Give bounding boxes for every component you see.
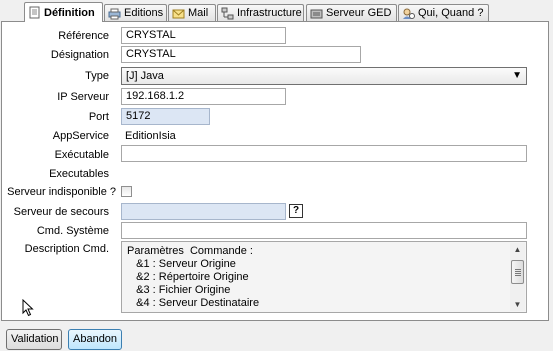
appservice-value: EditionIsia	[125, 130, 176, 142]
cmd-systeme-input[interactable]	[121, 222, 527, 239]
tab-editions[interactable]: Editions	[104, 4, 167, 21]
type-select[interactable]: [J] Java ▼	[121, 67, 527, 85]
description-scrollbar[interactable]: ▲ ▼	[510, 243, 525, 311]
tab-infrastructure[interactable]: Infrastructure	[217, 4, 304, 21]
tab-label: Serveur GED	[326, 7, 392, 19]
server-icon	[310, 7, 323, 20]
executable-label: Exécutable	[54, 149, 109, 161]
description-line: &1 : Serveur Origine	[127, 258, 236, 270]
port-label: Port	[88, 111, 109, 123]
mouse-cursor-icon	[22, 299, 34, 317]
scroll-up-icon[interactable]: ▲	[510, 243, 525, 256]
port-input[interactable]: 5172	[121, 108, 210, 125]
tab-serveur-ged[interactable]: Serveur GED	[306, 4, 397, 21]
envelope-icon	[172, 7, 185, 20]
chevron-down-icon: ▼	[512, 70, 522, 81]
tab-label: Infrastructure	[237, 7, 302, 19]
reference-input[interactable]: CRYSTAL	[121, 27, 286, 44]
tab-label: Mail	[188, 7, 209, 19]
description-line: &3 : Fichier Origine	[127, 284, 231, 296]
tab-label: Définition	[44, 6, 95, 19]
scroll-down-icon[interactable]: ▼	[510, 298, 525, 311]
cmd-systeme-label: Cmd. Système	[36, 225, 109, 237]
scroll-thumb[interactable]	[511, 260, 524, 284]
tab-label: Qui, Quand ?	[418, 7, 484, 19]
tab-label: Editions	[124, 7, 164, 19]
appservice-label: AppService	[52, 130, 109, 142]
indisponible-label: Serveur indisponible ?	[7, 186, 116, 198]
description-label: Description Cmd.	[24, 243, 109, 255]
tab-mail[interactable]: Mail	[168, 4, 216, 21]
validation-button[interactable]: Validation	[6, 329, 62, 350]
document-icon	[28, 6, 41, 19]
designation-label: Désignation	[50, 49, 109, 61]
reference-label: Référence	[58, 30, 109, 42]
description-line: &2 : Répertoire Origine	[127, 271, 249, 283]
abandon-button[interactable]: Abandon	[68, 329, 122, 350]
help-button[interactable]: ?	[289, 204, 303, 218]
indisponible-checkbox[interactable]	[121, 186, 132, 197]
type-select-value: [J] Java	[126, 70, 164, 82]
user-clock-icon	[402, 7, 415, 20]
executables-label: Executables	[49, 168, 109, 180]
executable-input[interactable]	[121, 145, 527, 162]
description-line: Paramètres Commande :	[127, 245, 253, 257]
network-icon	[221, 7, 234, 20]
description-textarea[interactable]: Paramètres Commande : &1 : Serveur Origi…	[121, 241, 527, 313]
tab-bar: Définition Editions Mail Infrastructure …	[0, 0, 553, 22]
secours-input[interactable]	[121, 203, 286, 220]
tab-qui-quand[interactable]: Qui, Quand ?	[398, 4, 489, 21]
designation-input[interactable]: CRYSTAL	[121, 46, 361, 63]
ip-label: IP Serveur	[57, 91, 109, 103]
type-label: Type	[85, 70, 109, 82]
tab-definition[interactable]: Définition	[24, 2, 103, 22]
description-line: &4 : Serveur Destinataire	[127, 297, 260, 309]
secours-label: Serveur de secours	[13, 206, 109, 218]
printer-icon	[108, 7, 121, 20]
ip-input[interactable]: 192.168.1.2	[121, 88, 286, 105]
